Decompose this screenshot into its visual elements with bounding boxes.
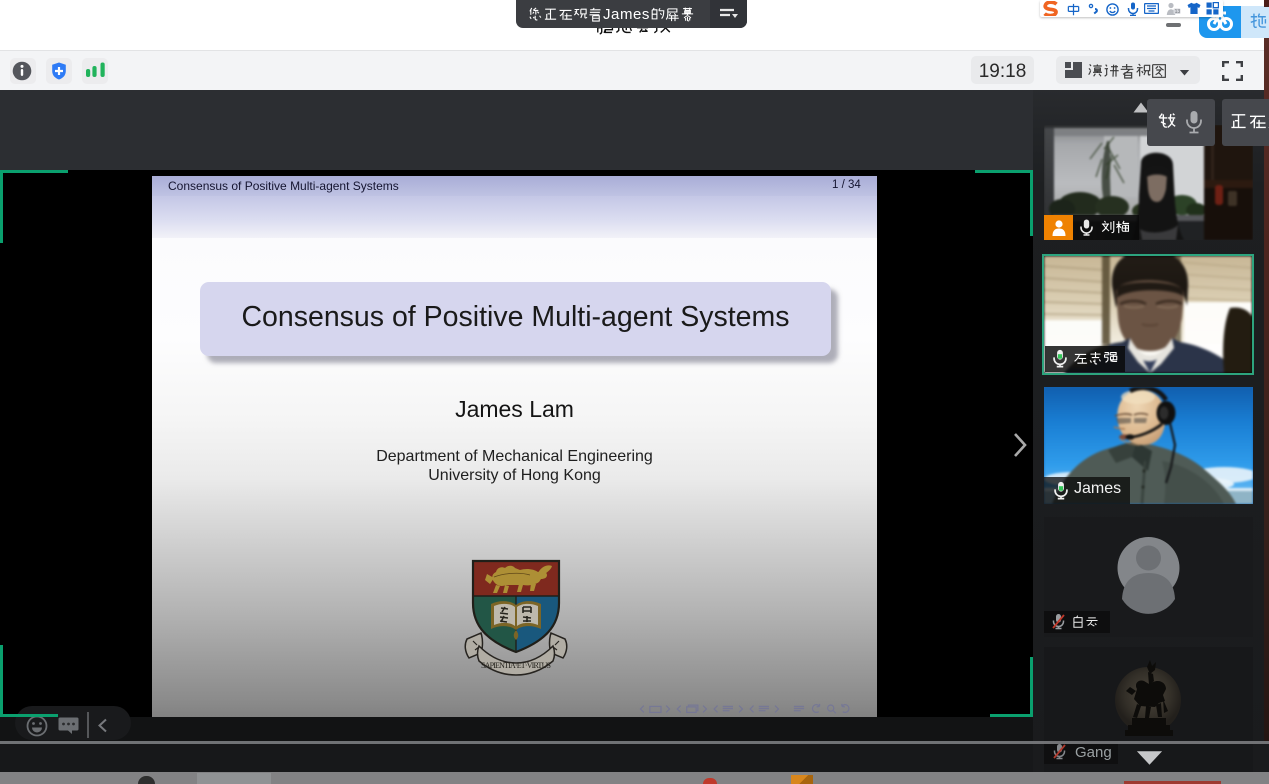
svg-text:13: 13 [1175,9,1181,15]
svg-text:SAPIENTIA·ET·VIRTUS: SAPIENTIA·ET·VIRTUS [481,661,551,670]
